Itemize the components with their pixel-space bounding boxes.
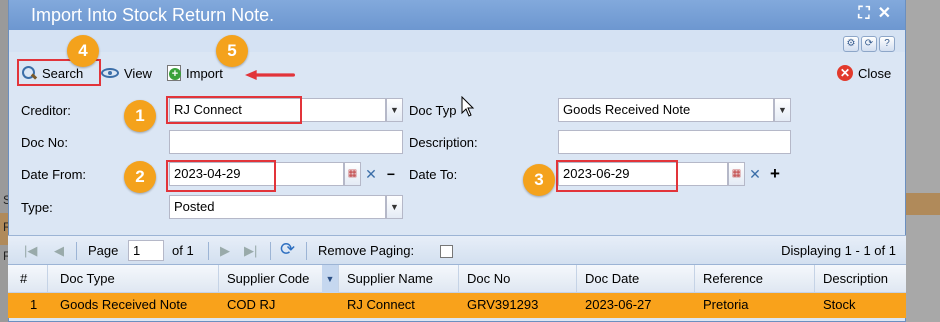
calendar-icon[interactable]: ▦: [728, 162, 745, 186]
page-input[interactable]: 1: [128, 240, 164, 261]
description-input[interactable]: [558, 130, 791, 154]
date-from-minus-button[interactable]: −: [383, 162, 399, 186]
next-page-icon[interactable]: ▶: [220, 243, 230, 259]
date-to-plus-button[interactable]: +: [767, 162, 783, 186]
close-label: Close: [858, 65, 892, 81]
refresh-icon[interactable]: ⟳: [861, 36, 877, 52]
red-arrow-icon: [245, 70, 295, 80]
view-button[interactable]: View: [101, 62, 152, 84]
step-badge-3: 3: [523, 164, 555, 196]
step-badge-5: 5: [216, 35, 248, 67]
gear-icon[interactable]: ⚙: [843, 36, 859, 52]
cell-supplier-name: RJ Connect: [347, 297, 415, 312]
column-header[interactable]: #: [8, 265, 48, 292]
grid-header: # Doc Type Supplier Code ▼ Supplier Name…: [8, 265, 906, 293]
eye-icon: [101, 68, 119, 78]
toolbar: Search View Import ✕ Close: [9, 58, 905, 88]
import-label: Import: [186, 65, 223, 81]
paging-toolbar: |◀ ◀ Page 1 of 1 ▶ ▶| ⟳ Remove Paging: D…: [8, 235, 906, 265]
date-from-label: Date From:: [21, 167, 87, 182]
step-badge-1: 1: [124, 100, 156, 132]
column-header[interactable]: Doc Type: [48, 265, 219, 292]
displaying-label: Displaying 1 - 1 of 1: [781, 243, 896, 258]
step-badge-4: 4: [67, 35, 99, 67]
column-header[interactable]: Doc Date: [577, 265, 695, 292]
clear-date-to-icon[interactable]: ✕: [747, 162, 763, 186]
doc-type-dropdown-icon[interactable]: ▼: [774, 98, 791, 122]
calendar-icon[interactable]: ▦: [344, 162, 361, 186]
dialog-subbar: ⚙ ⟳ ?: [9, 30, 905, 52]
clear-date-from-icon[interactable]: ✕: [363, 162, 379, 186]
import-button[interactable]: Import: [167, 62, 223, 84]
import-icon: [167, 65, 181, 81]
highlight-date-to: [556, 160, 678, 192]
view-label: View: [124, 65, 152, 81]
doc-type-label: Doc Typ: [409, 103, 457, 118]
separator: [306, 242, 307, 260]
remove-paging-label: Remove Paging:: [318, 243, 415, 258]
refresh-icon[interactable]: ⟳: [280, 239, 295, 260]
first-page-icon[interactable]: |◀: [24, 243, 37, 259]
column-header[interactable]: Doc No: [459, 265, 577, 292]
doc-type-combo[interactable]: Goods Received Note: [558, 98, 774, 122]
close-button[interactable]: ✕ Close: [837, 62, 891, 84]
close-circle-icon: ✕: [837, 65, 853, 81]
prev-page-icon[interactable]: ◀: [54, 243, 64, 259]
cell-doc-date: 2023-06-27: [585, 297, 652, 312]
background-right: [906, 0, 940, 322]
page-label: Page: [88, 243, 119, 258]
remove-paging-checkbox[interactable]: [440, 245, 453, 258]
cell-doc-type: Goods Received Note: [60, 297, 188, 312]
description-label: Description:: [409, 135, 478, 150]
date-to-label: Date To:: [409, 167, 458, 182]
separator: [270, 242, 271, 260]
expand-icon[interactable]: ⛶: [858, 4, 869, 24]
creditor-label: Creditor:: [21, 103, 71, 118]
last-page-icon[interactable]: ▶|: [244, 243, 257, 259]
cell-doc-no: GRV391293: [467, 297, 539, 312]
background-row: [906, 193, 940, 215]
column-header[interactable]: Supplier Name: [339, 265, 459, 292]
doc-no-input[interactable]: [169, 130, 403, 154]
help-icon[interactable]: ?: [879, 36, 895, 52]
doc-no-label: Doc No:: [21, 135, 68, 150]
creditor-dropdown-icon[interactable]: ▼: [386, 98, 403, 122]
type-combo[interactable]: Posted: [169, 195, 386, 219]
type-dropdown-icon[interactable]: ▼: [386, 195, 403, 219]
column-header[interactable]: Description: [815, 265, 906, 292]
column-header[interactable]: Supplier Code: [219, 265, 339, 292]
step-badge-2: 2: [124, 161, 156, 193]
separator: [208, 242, 209, 260]
highlight-creditor: [166, 96, 302, 124]
table-row[interactable]: 1 Goods Received Note COD RJ RJ Connect …: [8, 293, 906, 318]
dialog-title: Import Into Stock Return Note.: [31, 5, 275, 25]
row-number: 1: [30, 297, 38, 312]
cell-supplier-code: COD RJ: [227, 297, 276, 312]
highlight-date-from: [166, 160, 276, 192]
separator: [76, 242, 77, 260]
type-label: Type:: [21, 200, 53, 215]
results-grid: # Doc Type Supplier Code ▼ Supplier Name…: [8, 265, 906, 318]
column-header[interactable]: Reference: [695, 265, 815, 292]
close-icon[interactable]: ✕: [878, 4, 891, 24]
cell-reference: Pretoria: [703, 297, 749, 312]
mouse-cursor-icon: [461, 96, 475, 117]
cell-description: Stock: [823, 297, 856, 312]
column-menu-icon[interactable]: ▼: [322, 265, 338, 293]
dialog-titlebar: Import Into Stock Return Note. ⛶ ✕: [9, 0, 905, 30]
page-of-label: of 1: [172, 243, 194, 258]
